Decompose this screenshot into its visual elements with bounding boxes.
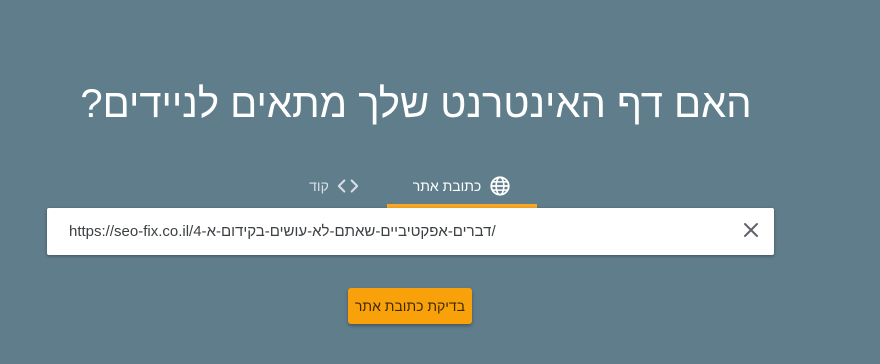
tab-url[interactable]: כתובת אתר bbox=[387, 164, 537, 208]
code-icon bbox=[337, 178, 359, 194]
url-field-container bbox=[47, 208, 774, 255]
test-url-button[interactable]: בדיקת כתובת אתר bbox=[348, 288, 472, 324]
page-title: האם דף האינטרנט שלך מתאים לניידים? bbox=[80, 82, 752, 126]
globe-icon bbox=[489, 175, 511, 197]
tab-code[interactable]: קוד bbox=[300, 164, 368, 208]
tab-code-label: קוד bbox=[309, 178, 329, 194]
clear-button[interactable] bbox=[738, 219, 764, 245]
close-icon bbox=[743, 222, 759, 243]
input-mode-tabs: כתובת אתר קוד bbox=[290, 164, 550, 208]
url-input[interactable] bbox=[69, 208, 709, 255]
tab-url-label: כתובת אתר bbox=[412, 178, 482, 194]
